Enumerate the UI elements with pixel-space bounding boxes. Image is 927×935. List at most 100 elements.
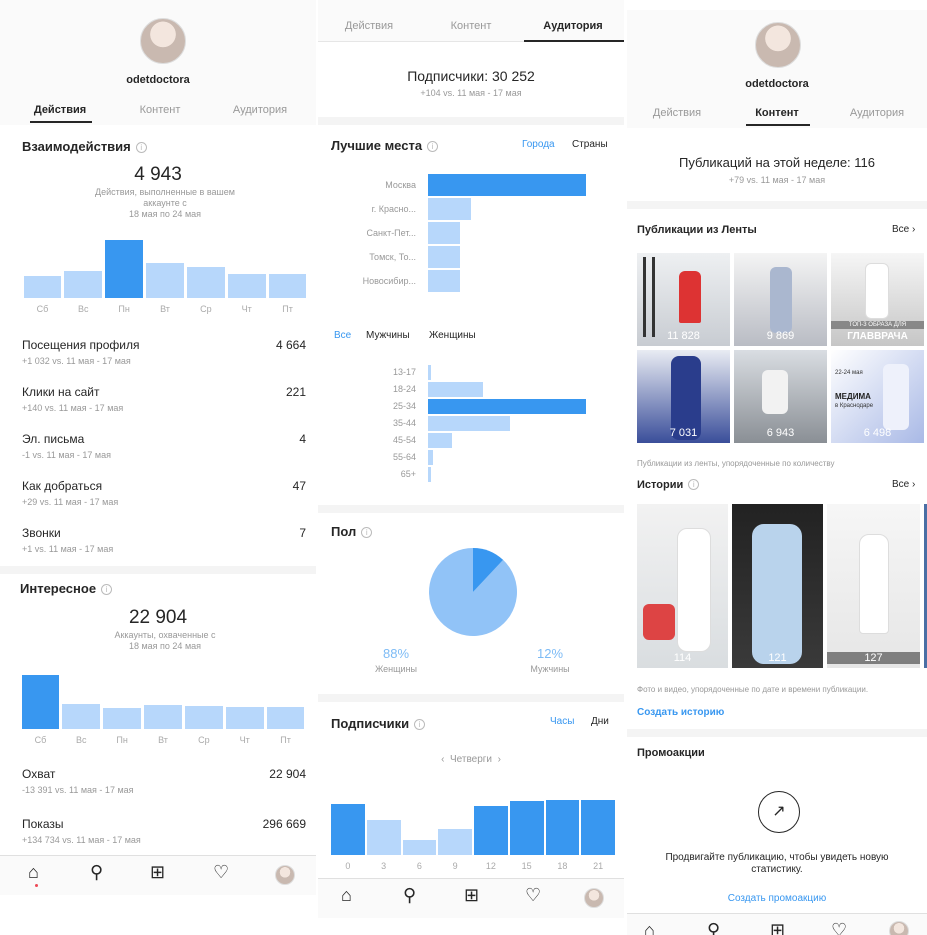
stat-label: Звонки [22,526,61,540]
chair-shape [643,604,675,640]
feed-post-thumb[interactable]: 7 031 [637,350,730,443]
create-story-link[interactable]: Создать историю [637,707,724,718]
men-label: Мужчины [530,664,570,674]
tab-content[interactable]: Контент [420,20,522,32]
info-icon[interactable]: i [414,719,426,730]
chart-tick-label: Сб [34,735,47,745]
create-promotion-link[interactable]: Создать промоакцию [627,893,927,904]
chart-bar [331,804,365,855]
chart-tick-label: Вт [160,304,170,314]
tab-audience[interactable]: Аудитория [827,107,927,119]
cities-toggle[interactable]: Города [522,139,555,150]
tab-actions[interactable]: Действия [627,107,727,119]
heart-icon[interactable]: ♡ [831,920,847,935]
feed-post-thumb[interactable]: ТОП-3 ОБРАЗА ДЛЯ ГЛАВВРАЧА [831,253,924,346]
chart-bar [23,276,62,298]
chart-bar [428,382,483,397]
discovery-total: 22 904 [128,607,188,628]
gender-filter-women[interactable]: Женщины [429,330,476,341]
info-icon[interactable]: i [688,479,700,490]
add-post-icon[interactable]: ⊞ [770,920,785,935]
gender-filter-all[interactable]: Все [334,330,351,341]
stories-see-all[interactable]: Все › [892,479,915,490]
promotions-title: Промоакции [637,747,705,759]
interactions-chart-labels: Сб Вс Пн Вт Ср Чт Пт [22,304,308,316]
feed-post-thumb[interactable]: 22-24 мая МЕДИМА в Краснодаре 6 498 [831,350,924,443]
story-thumb[interactable]: 127 [827,504,920,668]
tab-actions[interactable]: Действия [318,20,420,32]
feed-post-thumb[interactable]: 6 943 [734,350,827,443]
day-selector[interactable]: ‹ Четверги › [318,754,624,765]
chart-tick-label: Пт [282,304,293,314]
home-icon[interactable]: ⌂ [341,885,352,906]
home-icon[interactable]: ⌂ [644,920,655,935]
info-icon[interactable]: i [361,527,373,538]
stat-value: 22 904 [269,767,306,781]
chart-bar [428,222,460,244]
avatar[interactable] [755,22,801,68]
chart-bar [105,240,144,298]
divider [627,729,927,737]
home-icon[interactable]: ⌂ [28,862,39,883]
figure-shape [762,370,788,414]
hours-toggle[interactable]: Часы [550,716,574,727]
search-icon[interactable]: ⚲ [90,862,103,883]
info-icon[interactable]: i [135,142,147,153]
feed-note: Публикации из ленты, упорядоченные по ко… [637,459,835,468]
chevron-right-icon[interactable]: › [492,754,501,765]
chart-tick-label: Пн [118,304,130,314]
chart-bar [146,263,184,298]
story-count: 121 [768,652,787,664]
profile-icon[interactable] [584,888,604,908]
tab-content[interactable]: Контент [110,104,210,116]
search-icon[interactable]: ⚲ [403,885,416,906]
avatar[interactable] [140,18,186,64]
add-post-icon[interactable]: ⊞ [464,885,479,906]
days-toggle[interactable]: Дни [591,716,609,727]
stat-sub: -13 391 vs. 11 мая - 17 мая [22,785,134,795]
tab-audience[interactable]: Аудитория [210,104,310,116]
story-thumb[interactable]: 121 [732,504,823,668]
gender-filter-men[interactable]: Мужчины [366,330,410,341]
stat-sub: +1 vs. 11 мая - 17 мая [22,544,114,554]
chart-bar [268,274,307,298]
countries-toggle[interactable]: Страны [572,139,608,150]
stat-value: 296 669 [262,817,306,831]
chart-tick-label: 3 [381,861,387,871]
chart-tick-label: 18 [557,861,568,871]
insights-content-panel: odetdoctora Действия Контент Аудитория П… [627,0,927,935]
chart-category-label: г. Красно... [371,203,416,214]
info-icon[interactable]: i [101,584,113,595]
story-count: 114 [673,652,692,664]
tab-actions[interactable]: Действия [10,104,110,116]
add-post-icon[interactable]: ⊞ [150,862,165,883]
tab-audience[interactable]: Аудитория [522,20,624,32]
feed-post-thumb[interactable]: 11 828 [637,253,730,346]
bottom-nav: ⌂ ⚲ ⊞ ♡ [627,913,927,935]
stat-value: 47 [292,479,306,493]
chart-tick-label: 9 [452,861,458,871]
overlay-date: 22-24 мая [835,370,863,376]
chart-tick-label: 21 [593,861,604,871]
info-icon[interactable]: i [427,141,439,152]
search-icon[interactable]: ⚲ [707,920,720,935]
chevron-left-icon[interactable]: ‹ [441,754,450,765]
overlay-city: в Краснодаре [835,403,874,409]
chart-bar [428,399,586,414]
chart-bar [266,707,305,729]
profile-icon[interactable] [275,865,295,885]
posts-sub: +79 vs. 11 мая - 17 мая [728,175,826,185]
chart-bar [581,800,615,855]
feed-posts-title: Публикации из Ленты [637,224,757,236]
stat-sub: +134 734 vs. 11 мая - 17 мая [22,835,141,845]
chart-tick-label: 0 [345,861,351,871]
heart-icon[interactable]: ♡ [525,885,541,906]
feed-see-all[interactable]: Все › [892,224,915,235]
story-thumb[interactable]: 114 [637,504,728,668]
chart-bar [186,267,225,298]
profile-icon[interactable] [889,921,909,935]
tab-indicator [30,121,92,123]
heart-icon[interactable]: ♡ [213,862,229,883]
tab-content[interactable]: Контент [727,107,827,119]
feed-post-thumb[interactable]: 9 869 [734,253,827,346]
